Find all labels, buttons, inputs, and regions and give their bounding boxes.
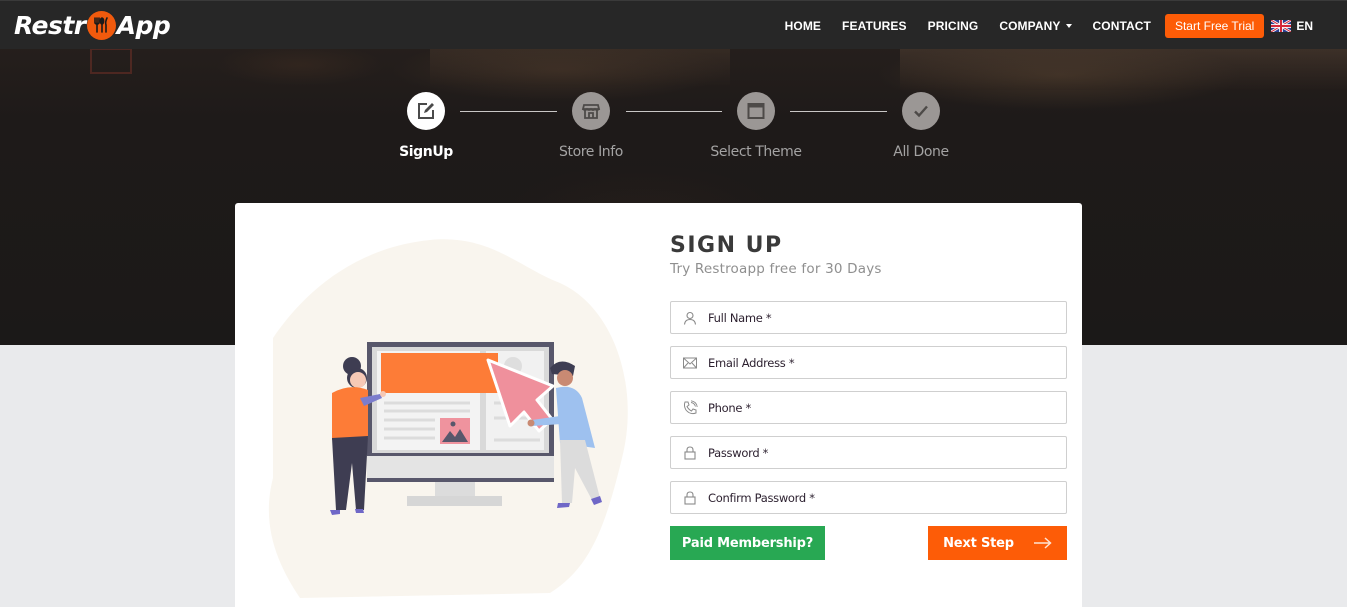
language-code: EN [1296,18,1313,33]
password-field[interactable] [670,436,1067,469]
step-signup: SignUp [356,92,496,160]
step-label: Store Info [559,144,623,160]
signup-card: SIGN UP Try Restroapp free for 30 Days F… [235,203,1082,607]
phone-input[interactable] [708,392,1066,423]
cutlery-icon [86,10,116,40]
step-label: SignUp [399,144,453,160]
nav-contact[interactable]: CONTACT [1093,19,1151,33]
edit-icon [407,92,445,130]
full-name-input[interactable] [708,302,1066,333]
password-input[interactable] [708,437,1066,468]
step-select-theme: Select Theme [686,92,826,160]
lock-icon [671,437,708,468]
paid-membership-button[interactable]: Paid Membership? [670,526,825,560]
background-decor [90,48,132,74]
next-step-button[interactable]: Next Step [928,526,1067,560]
step-all-done: All Done [851,92,991,160]
logo[interactable]: Restr App [14,9,171,41]
monitor-chin [367,456,554,478]
nav-features[interactable]: FEATURES [842,19,907,33]
confirm-password-input[interactable] [708,482,1066,513]
user-icon [671,302,708,333]
signup-form: SIGN UP Try Restroapp free for 30 Days F… [670,233,1067,560]
nav-menu: HOME FEATURES PRICING COMPANY CONTACT St… [785,1,1347,50]
background-decor [430,48,730,86]
step-label: All Done [893,144,949,160]
background-decor [900,48,1347,90]
uk-flag-icon [1271,19,1292,32]
phone-icon [671,392,708,423]
browser-window-icon [737,92,775,130]
nav-company-label: COMPANY [999,18,1061,33]
signup-progress-stepper: SignUp Store Info Select Theme All Done [0,92,1347,172]
step-label: Select Theme [710,144,802,160]
monitor-base [407,496,502,506]
checkmark-icon [902,92,940,130]
nav-pricing[interactable]: PRICING [928,19,979,33]
nav-company-dropdown[interactable]: COMPANY [999,18,1072,33]
confirm-password-field[interactable] [670,481,1067,514]
arrow-right-icon [1033,537,1052,549]
email-field[interactable] [670,346,1067,379]
step-store-info: Store Info [521,92,661,160]
store-icon [572,92,610,130]
logo-text-right: App [116,10,171,40]
envelope-icon [671,347,708,378]
form-subtitle: Try Restroapp free for 30 Days [670,261,882,277]
form-title: SIGN UP [670,233,783,258]
nav-home[interactable]: HOME [785,19,821,33]
logo-text-left: Restr [14,10,86,40]
signup-illustration [268,239,628,598]
language-selector[interactable]: EN [1271,19,1313,33]
next-step-label: Next Step [943,535,1014,551]
full-name-field[interactable] [670,301,1067,334]
caret-down-icon [1065,23,1072,28]
phone-field[interactable] [670,391,1067,424]
navbar: Restr App HOME FEATURES PRICING COMPANY … [0,0,1347,49]
lock-icon [671,482,708,513]
email-input[interactable] [708,347,1066,378]
start-free-trial-button[interactable]: Start Free Trial [1164,13,1265,38]
screen-banner [381,353,498,393]
